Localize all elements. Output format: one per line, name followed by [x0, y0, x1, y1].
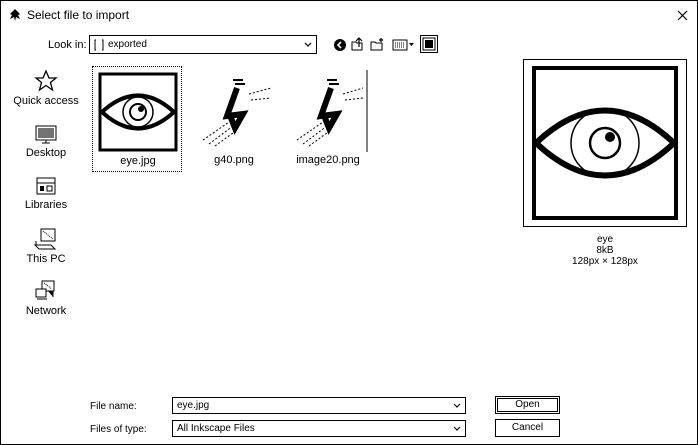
place-label: Libraries: [24, 199, 68, 211]
look-in-label: Look in:: [48, 39, 87, 51]
folder-icon: [94, 39, 104, 51]
file-list: eye.jpg g40.png image20.png: [89, 63, 509, 383]
preview-size: 8kB: [596, 245, 614, 256]
file-name: image20.png: [296, 154, 360, 166]
window-title: Select file to import: [27, 8, 130, 22]
place-quick-access[interactable]: Quick access: [9, 69, 83, 117]
preview-info: eye 8kB 128px × 128px: [523, 234, 687, 267]
chevron-down-icon: [304, 42, 312, 47]
this-pc-icon: [33, 228, 57, 250]
preview-pane: [523, 59, 687, 227]
preview-toggle-icon: [422, 37, 436, 51]
look-in-value: exported: [108, 39, 147, 50]
inkscape-app-icon: [10, 9, 20, 21]
place-label: Desktop: [25, 147, 67, 159]
place-label: This PC: [26, 253, 66, 265]
eye-thumbnail: [98, 72, 178, 152]
new-folder-button[interactable]: [369, 36, 386, 53]
place-libraries[interactable]: Libraries: [9, 175, 83, 223]
look-in-combo[interactable]: exported: [89, 35, 317, 54]
up-one-level-icon: [351, 37, 363, 51]
view-menu-icon: [392, 39, 414, 50]
file-item-eye[interactable]: eye.jpg: [92, 66, 182, 172]
open-button[interactable]: Open: [495, 396, 560, 414]
go-back-icon: [333, 38, 346, 51]
file-type-combo[interactable]: All Inkscape Files: [172, 420, 466, 437]
file-name: eye.jpg: [120, 155, 156, 167]
preview-toggle-button[interactable]: [420, 35, 438, 53]
chevron-down-icon: [453, 426, 461, 431]
cancel-button[interactable]: Cancel: [495, 419, 560, 437]
file-item-g40[interactable]: g40.png: [189, 66, 279, 172]
view-menu-button[interactable]: [391, 36, 417, 53]
place-label: Network: [25, 305, 67, 317]
place-label: Quick access: [13, 95, 79, 107]
chevron-down-icon: [453, 403, 461, 408]
back-button[interactable]: [331, 36, 348, 53]
close-button[interactable]: [671, 5, 693, 25]
file-name: g40.png: [214, 154, 254, 166]
place-desktop[interactable]: Desktop: [9, 123, 83, 171]
file-type-label: Files of type:: [90, 424, 147, 435]
desktop-icon: [35, 125, 57, 144]
file-name-label: File name:: [90, 401, 137, 412]
eye-preview-image: [531, 66, 679, 220]
file-name-combo[interactable]: eye.jpg: [172, 397, 466, 414]
file-name-value: eye.jpg: [177, 400, 210, 411]
file-type-value: All Inkscape Files: [177, 423, 255, 434]
quick-access-star-icon: [34, 69, 58, 92]
file-item-image20[interactable]: image20.png: [283, 66, 373, 172]
up-one-level-button[interactable]: [349, 36, 366, 53]
libraries-icon: [36, 177, 56, 195]
place-this-pc[interactable]: This PC: [9, 227, 83, 275]
place-network[interactable]: Network: [9, 279, 83, 327]
new-folder-icon: [370, 38, 383, 51]
image20-thumbnail: [296, 70, 368, 152]
close-icon: [677, 10, 687, 20]
g40-thumbnail: [202, 79, 272, 147]
preview-name: eye: [596, 234, 614, 245]
preview-dimensions: 128px × 128px: [572, 256, 638, 267]
network-icon: [35, 280, 55, 300]
title-bar: Select file to import: [1, 1, 697, 29]
import-dialog: Select file to import Look in: exported: [0, 0, 698, 445]
